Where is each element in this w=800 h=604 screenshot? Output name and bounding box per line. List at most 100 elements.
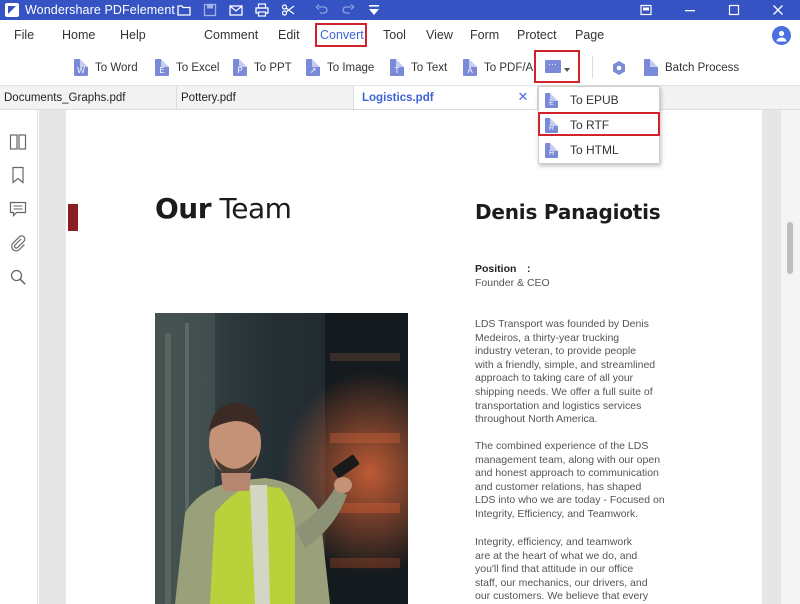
text-line: and honest approach to communication [475,467,685,481]
tab-pottery[interactable]: Pottery.pdf [177,86,354,109]
print-icon[interactable] [254,2,270,18]
user-avatar-icon[interactable] [772,26,791,45]
attachment-icon[interactable] [8,233,28,253]
excel-doc-icon: E [155,59,169,76]
left-sidebar [0,110,38,604]
person-name: Denis Panagiotis [475,200,661,224]
hexagon-icon [611,60,627,76]
open-folder-icon[interactable] [176,2,192,18]
heading-bold: Our [155,192,211,225]
text-line: approach to taking care of all your [475,372,685,386]
to-ppt-label: To PPT [254,62,292,74]
tab-label: Documents_Graphs.pdf [4,92,125,104]
app-logo-icon [5,3,19,17]
menu-view[interactable]: View [426,28,453,42]
menu-form[interactable]: Form [470,28,499,42]
tab-label: Pottery.pdf [181,92,236,104]
text-line: shipping needs. We offer a full suite of [475,386,685,400]
to-html-menu-item[interactable]: H To HTML [539,138,659,162]
more-formats-button[interactable]: ··· [534,50,580,83]
app-title: Wondershare PDFelement [25,3,175,17]
tab-documents-graphs[interactable]: Documents_Graphs.pdf [0,86,177,109]
image-doc-icon: ↗ [306,59,320,76]
batch-process-button[interactable]: Batch Process [644,58,739,78]
hexagon-settings-button[interactable] [611,58,627,78]
to-text-button[interactable]: T To Text [390,58,447,78]
batch-process-label: Batch Process [665,62,739,74]
to-text-label: To Text [411,62,447,74]
to-epub-menu-item[interactable]: E To EPUB [539,88,659,112]
html-doc-icon: H [545,143,558,158]
text-line: transportation and logistics services [475,400,685,414]
word-doc-icon: W [74,59,88,76]
menu-page[interactable]: Page [575,28,604,42]
close-window-icon[interactable] [756,0,800,20]
close-icon[interactable]: ✕ [517,91,529,103]
position-value: Founder & CEO [475,277,550,289]
vertical-scrollbar[interactable] [781,110,800,604]
menu-help[interactable]: Help [120,28,146,42]
text-line: and customer relations, has shaped [475,481,685,495]
text-line: LDS Transport was founded by Denis [475,318,685,332]
fullscreen-icon[interactable] [624,0,668,20]
menu-comment[interactable]: Comment [204,28,258,42]
text-line: with a friendly, simple, and streamlined [475,359,685,373]
team-member-photo [155,313,408,604]
save-icon[interactable] [202,2,218,18]
menu-file[interactable]: File [14,28,34,42]
menu-item-label: To EPUB [570,93,619,107]
text-line: throughout North America. [475,413,685,427]
text-line: Integrity, efficiency, and teamwork [475,536,685,550]
menu-tool[interactable]: Tool [383,28,406,42]
text-line: Integrity, Efficiency, and Teamwork. [475,508,685,522]
text-doc-icon: T [390,59,404,76]
menu-home[interactable]: Home [62,28,95,42]
to-word-button[interactable]: W To Word [74,58,138,78]
convert-ribbon: W To Word E To Excel P To PPT ↗ To Image… [0,50,800,86]
bookmark-icon[interactable] [8,165,28,185]
text-line: management team, along with our open [475,454,685,468]
undo-icon[interactable] [314,2,330,18]
maximize-icon[interactable] [712,0,756,20]
tab-label: Logistics.pdf [362,92,434,104]
heading-light: Team [219,192,291,225]
text-line: LDS into who we are today - Focused on [475,494,685,508]
position-label: Position [475,263,516,275]
bio-paragraph-3: Integrity, efficiency, and teamwork are … [475,536,685,604]
text-line: The combined experience of the LDS [475,440,685,454]
scissors-icon[interactable] [280,2,296,18]
menu-protect[interactable]: Protect [517,28,557,42]
to-ppt-button[interactable]: P To PPT [233,58,292,78]
tab-logistics[interactable]: Logistics.pdf ✕ [354,86,538,109]
minimize-icon[interactable] [668,0,712,20]
bio-paragraph-2: The combined experience of the LDS manag… [475,440,685,522]
menu-bar: File Home Help Comment Edit Convert Tool… [0,20,800,50]
scrollbar-thumb[interactable] [787,222,793,274]
mail-icon[interactable] [228,2,244,18]
to-image-button[interactable]: ↗ To Image [306,58,374,78]
text-line: our customers. We believe that every [475,590,685,604]
to-pdfa-button[interactable]: A To PDF/A [463,58,533,78]
pdfa-doc-icon: A [463,59,477,76]
more-formats-icon: ··· [545,60,561,73]
quick-access-toolbar [176,0,382,20]
title-bar: Wondershare PDFelement [0,0,800,20]
position-colon: : [527,263,531,275]
document-tab-bar: Documents_Graphs.pdf Pottery.pdf Logisti… [0,86,800,110]
search-icon[interactable] [8,267,28,287]
to-excel-label: To Excel [176,62,219,74]
thumbnails-icon[interactable] [8,132,28,152]
window-controls [624,0,800,20]
comment-icon[interactable] [8,199,28,219]
to-word-label: To Word [95,62,138,74]
menu-item-label: To HTML [570,143,619,157]
convert-highlight-box [315,23,367,47]
menu-edit[interactable]: Edit [278,28,300,42]
customize-dropdown-icon[interactable] [366,2,382,18]
redo-icon[interactable] [340,2,356,18]
to-excel-button[interactable]: E To Excel [155,58,219,78]
ribbon-divider [592,56,593,78]
to-pdfa-label: To PDF/A [484,62,533,74]
text-line: industry veteran, to provide people [475,345,685,359]
rtf-highlight-box [538,112,660,136]
